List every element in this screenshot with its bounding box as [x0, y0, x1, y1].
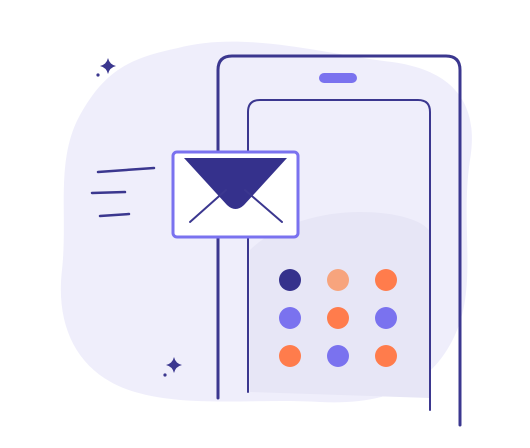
app-dot-r2-c3	[375, 307, 397, 329]
illustration-canvas	[60, 41, 472, 427]
app-dot-r3-c3	[375, 345, 397, 367]
app-dot-r1-c2	[327, 269, 349, 291]
app-dot-r2-c2	[327, 307, 349, 329]
app-grid-icon	[279, 269, 397, 367]
app-dot-r2-c1	[279, 307, 301, 329]
phone-speaker	[319, 73, 357, 83]
envelope-icon	[171, 150, 300, 239]
app-dot-r3-c2	[327, 345, 349, 367]
notification-illustration	[0, 0, 530, 448]
phone-screen-panel	[250, 212, 430, 398]
app-dot-r1-c3	[375, 269, 397, 291]
app-dot-r3-c1	[279, 345, 301, 367]
app-dot-r1-c1	[279, 269, 301, 291]
